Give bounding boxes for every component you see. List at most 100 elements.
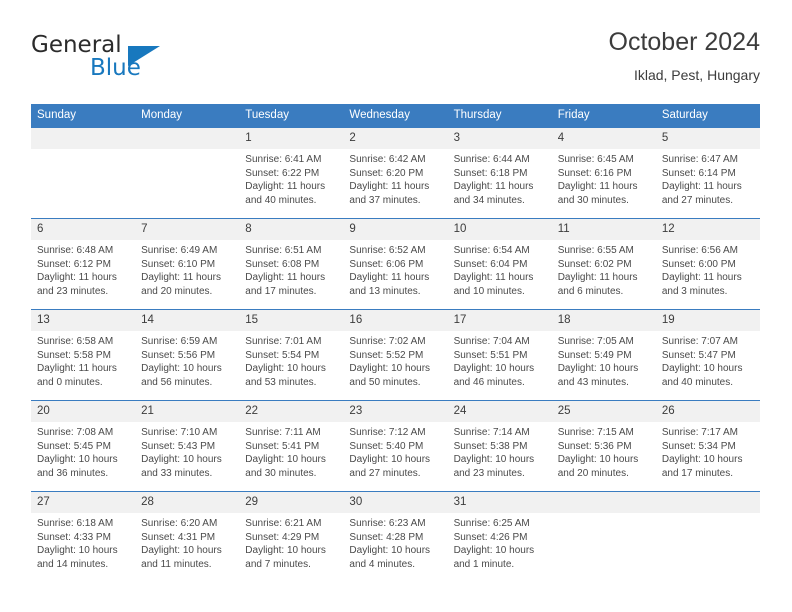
day-sun-info: Sunrise: 6:25 AM Sunset: 4:26 PM Daylight:… <box>448 513 552 571</box>
daylight-text-line2: and 10 minutes. <box>453 285 525 297</box>
calendar-day-cell[interactable]: 24 Sunrise: 7:14 AM Sunset: 5:38 PM Dayligh… <box>447 400 552 492</box>
sunrise-text: Sunrise: 6:51 AM <box>245 245 322 256</box>
sunrise-text: Sunrise: 7:07 AM <box>661 336 738 347</box>
day-number <box>135 128 240 149</box>
calendar-day-cell[interactable]: 4 Sunrise: 6:45 AM Sunset: 6:16 PM Daylight… <box>551 128 656 219</box>
sunrise-text: Sunrise: 7:08 AM <box>37 427 114 438</box>
sunset-text: Sunset: 5:38 PM <box>453 440 528 452</box>
day-number: 22 <box>239 401 344 422</box>
sunrise-text: Sunrise: 7:17 AM <box>661 427 738 438</box>
sunset-text: Sunset: 5:49 PM <box>557 349 632 361</box>
day-sun-info: Sunrise: 7:11 AM Sunset: 5:41 PM Daylight:… <box>239 422 343 480</box>
day-number: 11 <box>551 219 656 240</box>
calendar-day-cell[interactable]: 17 Sunrise: 7:04 AM Sunset: 5:51 PM Dayligh… <box>447 309 552 401</box>
calendar-day-cell[interactable]: 13 Sunrise: 6:58 AM Sunset: 5:58 PM Dayligh… <box>31 309 136 401</box>
day-number: 24 <box>447 401 552 422</box>
calendar-day-cell-empty <box>31 128 136 219</box>
calendar-day-cell[interactable]: 2 Sunrise: 6:42 AM Sunset: 6:20 PM Daylight… <box>343 128 448 219</box>
sunrise-text: Sunrise: 6:54 AM <box>453 245 530 256</box>
calendar-day-cell[interactable]: 20 Sunrise: 7:08 AM Sunset: 5:45 PM Dayligh… <box>31 400 136 492</box>
daylight-text-line2: and 14 minutes. <box>37 558 109 570</box>
calendar-page: General Blue October 2024 Iklad, Pest, H… <box>0 0 792 612</box>
daylight-text-line1: Daylight: 11 hours <box>245 272 326 284</box>
daylight-text-line1: Daylight: 10 hours <box>37 545 118 557</box>
calendar-day-cell[interactable]: 21 Sunrise: 7:10 AM Sunset: 5:43 PM Dayligh… <box>135 400 240 492</box>
daylight-text-line1: Daylight: 10 hours <box>349 454 431 466</box>
day-sun-info: Sunrise: 6:54 AM Sunset: 6:04 PM Daylight:… <box>448 240 552 298</box>
day-sun-info: Sunrise: 7:02 AM Sunset: 5:52 PM Daylight:… <box>343 331 447 389</box>
calendar-day-cell-empty <box>135 128 240 219</box>
calendar-day-cell[interactable]: 22 Sunrise: 7:11 AM Sunset: 5:41 PM Dayligh… <box>239 400 344 492</box>
general-blue-logo[interactable]: General Blue <box>31 32 231 90</box>
calendar-day-cell[interactable]: 14 Sunrise: 6:59 AM Sunset: 5:56 PM Dayligh… <box>135 309 240 401</box>
daylight-text-line1: Daylight: 10 hours <box>349 363 431 375</box>
calendar-day-cell[interactable]: 11 Sunrise: 6:55 AM Sunset: 6:02 PM Dayligh… <box>551 218 656 310</box>
daylight-text-line1: Daylight: 11 hours <box>453 181 534 193</box>
calendar-day-cell[interactable]: 26 Sunrise: 7:17 AM Sunset: 5:34 PM Dayligh… <box>655 400 760 492</box>
daylight-text-line1: Daylight: 10 hours <box>557 363 639 375</box>
sunrise-text: Sunrise: 6:45 AM <box>557 154 634 165</box>
daylight-text-line2: and 30 minutes. <box>557 194 629 206</box>
calendar-day-cell[interactable]: 12 Sunrise: 6:56 AM Sunset: 6:00 PM Dayligh… <box>655 218 760 310</box>
day-number: 2 <box>343 128 448 149</box>
daylight-text-line1: Daylight: 10 hours <box>245 363 326 375</box>
day-sun-info: Sunrise: 7:12 AM Sunset: 5:40 PM Daylight:… <box>343 422 447 480</box>
calendar-week-row: 6 Sunrise: 6:48 AM Sunset: 6:12 PM Daylight… <box>31 218 760 310</box>
calendar-day-cell[interactable]: 28 Sunrise: 6:20 AM Sunset: 4:31 PM Dayligh… <box>135 491 240 582</box>
calendar-day-cell[interactable]: 19 Sunrise: 7:07 AM Sunset: 5:47 PM Dayligh… <box>655 309 760 401</box>
calendar-day-cell[interactable]: 1 Sunrise: 6:41 AM Sunset: 6:22 PM Daylight… <box>239 128 344 219</box>
day-sun-info: Sunrise: 6:18 AM Sunset: 4:33 PM Daylight:… <box>31 513 135 571</box>
calendar-day-cell[interactable]: 25 Sunrise: 7:15 AM Sunset: 5:36 PM Dayligh… <box>551 400 656 492</box>
calendar-day-cell[interactable]: 27 Sunrise: 6:18 AM Sunset: 4:33 PM Dayligh… <box>31 491 136 582</box>
day-sun-info: Sunrise: 7:17 AM Sunset: 5:34 PM Daylight:… <box>656 422 760 480</box>
sunset-text: Sunset: 6:20 PM <box>349 167 424 179</box>
calendar-day-cell[interactable]: 10 Sunrise: 6:54 AM Sunset: 6:04 PM Dayligh… <box>447 218 552 310</box>
daylight-text-line1: Daylight: 10 hours <box>557 454 639 466</box>
day-sun-info: Sunrise: 6:47 AM Sunset: 6:14 PM Daylight:… <box>656 149 760 207</box>
calendar-day-cell[interactable]: 30 Sunrise: 6:23 AM Sunset: 4:28 PM Dayligh… <box>343 491 448 582</box>
calendar-day-cell[interactable]: 15 Sunrise: 7:01 AM Sunset: 5:54 PM Dayligh… <box>239 309 344 401</box>
sunset-text: Sunset: 5:41 PM <box>245 440 320 452</box>
sunrise-text: Sunrise: 6:59 AM <box>141 336 218 347</box>
calendar-day-cell[interactable]: 8 Sunrise: 6:51 AM Sunset: 6:08 PM Daylight… <box>239 218 344 310</box>
sunset-text: Sunset: 4:26 PM <box>453 531 528 543</box>
daylight-text-line2: and 20 minutes. <box>557 467 629 479</box>
calendar-day-cell[interactable]: 6 Sunrise: 6:48 AM Sunset: 6:12 PM Daylight… <box>31 218 136 310</box>
weekday-header-thursday: Thursday <box>447 104 552 128</box>
daylight-text-line2: and 33 minutes. <box>141 467 213 479</box>
calendar-day-cell[interactable]: 16 Sunrise: 7:02 AM Sunset: 5:52 PM Dayligh… <box>343 309 448 401</box>
day-number: 7 <box>135 219 240 240</box>
day-number: 17 <box>447 310 552 331</box>
sunset-text: Sunset: 5:36 PM <box>557 440 632 452</box>
calendar-day-cell[interactable]: 18 Sunrise: 7:05 AM Sunset: 5:49 PM Dayligh… <box>551 309 656 401</box>
sunrise-text: Sunrise: 6:18 AM <box>37 518 114 529</box>
daylight-text-line1: Daylight: 10 hours <box>245 545 326 557</box>
sunset-text: Sunset: 5:52 PM <box>349 349 424 361</box>
calendar-day-cell[interactable]: 29 Sunrise: 6:21 AM Sunset: 4:29 PM Dayligh… <box>239 491 344 582</box>
day-sun-info: Sunrise: 6:20 AM Sunset: 4:31 PM Daylight:… <box>135 513 239 571</box>
daylight-text-line2: and 17 minutes. <box>245 285 317 297</box>
daylight-text-line1: Daylight: 10 hours <box>37 454 118 466</box>
calendar-day-cell[interactable]: 9 Sunrise: 6:52 AM Sunset: 6:06 PM Daylight… <box>343 218 448 310</box>
day-sun-info: Sunrise: 7:05 AM Sunset: 5:49 PM Daylight:… <box>552 331 656 389</box>
sunset-text: Sunset: 6:10 PM <box>141 258 216 270</box>
sunrise-text: Sunrise: 6:56 AM <box>661 245 738 256</box>
calendar-day-cell[interactable]: 7 Sunrise: 6:49 AM Sunset: 6:10 PM Daylight… <box>135 218 240 310</box>
day-sun-info: Sunrise: 6:58 AM Sunset: 5:58 PM Daylight:… <box>31 331 135 389</box>
daylight-text-line1: Daylight: 11 hours <box>557 181 638 193</box>
sunset-text: Sunset: 5:51 PM <box>453 349 528 361</box>
daylight-text-line1: Daylight: 10 hours <box>661 363 743 375</box>
day-number <box>551 492 656 513</box>
day-number: 4 <box>551 128 656 149</box>
sunset-text: Sunset: 4:28 PM <box>349 531 424 543</box>
calendar-day-cell[interactable]: 3 Sunrise: 6:44 AM Sunset: 6:18 PM Daylight… <box>447 128 552 219</box>
day-sun-info: Sunrise: 7:01 AM Sunset: 5:54 PM Daylight:… <box>239 331 343 389</box>
calendar-day-cell[interactable]: 23 Sunrise: 7:12 AM Sunset: 5:40 PM Dayligh… <box>343 400 448 492</box>
sunrise-text: Sunrise: 7:12 AM <box>349 427 426 438</box>
daylight-text-line1: Daylight: 11 hours <box>141 272 221 284</box>
calendar-day-cell[interactable]: 5 Sunrise: 6:47 AM Sunset: 6:14 PM Daylight… <box>655 128 760 219</box>
day-sun-info: Sunrise: 6:42 AM Sunset: 6:20 PM Daylight:… <box>343 149 447 207</box>
calendar-day-cell[interactable]: 31 Sunrise: 6:25 AM Sunset: 4:26 PM Dayligh… <box>447 491 552 582</box>
daylight-text-line1: Daylight: 11 hours <box>349 272 430 284</box>
page-header: General Blue October 2024 Iklad, Pest, H… <box>31 26 760 96</box>
